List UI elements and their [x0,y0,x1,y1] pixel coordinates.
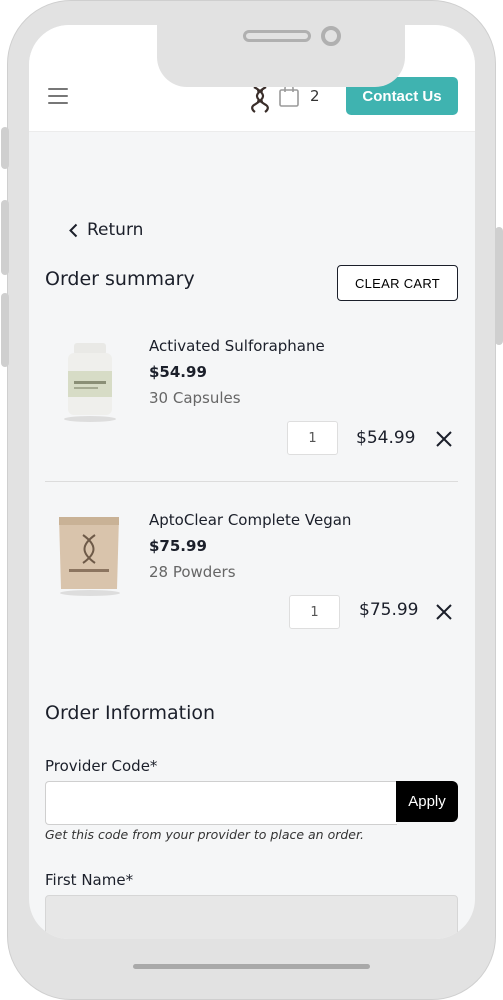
line-total: $54.99 [356,428,416,448]
powder-pouch-icon [59,517,120,596]
first-name-label: First Name* [45,871,134,889]
first-name-input[interactable] [45,895,458,939]
provider-code-input[interactable] [45,781,397,825]
item-name[interactable]: AptoClear Complete Vegan [149,511,351,529]
screen: 2 Contact Us Return Order summary CLEAR … [29,25,475,939]
order-summary-title: Order summary [45,268,195,290]
line-total: $75.99 [359,600,419,620]
cart-count-badge[interactable]: 2 [310,87,320,105]
close-icon[interactable] [435,430,453,448]
item-name[interactable]: Activated Sulforaphane [149,337,325,355]
notch [157,25,405,87]
return-label: Return [87,220,144,240]
return-link[interactable]: Return [69,220,143,240]
supplement-bottle-icon [64,343,116,422]
provider-code-hint: Get this code from your provider to plac… [45,827,364,842]
close-icon[interactable] [435,603,453,621]
quantity-input[interactable]: 1 [289,595,340,629]
apply-button[interactable]: Apply [396,781,458,822]
order-information-title: Order Information [45,702,216,724]
volume-down-button [1,293,9,367]
hamburger-menu-icon[interactable] [48,88,68,104]
cart-item: AptoClear Complete Vegan $75.99 28 Powde… [45,511,458,641]
camera [321,26,341,46]
side-button [1,127,9,169]
clear-cart-button[interactable]: CLEAR CART [337,265,458,301]
volume-up-button [1,200,9,275]
item-size: 30 Capsules [149,389,241,407]
item-price: $54.99 [149,363,207,381]
quantity-input[interactable]: 1 [287,421,338,455]
divider [45,481,458,482]
home-indicator [133,964,370,969]
speaker [243,30,311,42]
provider-code-label: Provider Code* [45,757,158,775]
power-button [495,227,503,345]
item-price: $75.99 [149,537,207,555]
cart-item: Activated Sulforaphane $54.99 30 Capsule… [45,337,458,467]
item-size: 28 Powders [149,563,236,581]
chevron-left-icon [69,223,78,237]
